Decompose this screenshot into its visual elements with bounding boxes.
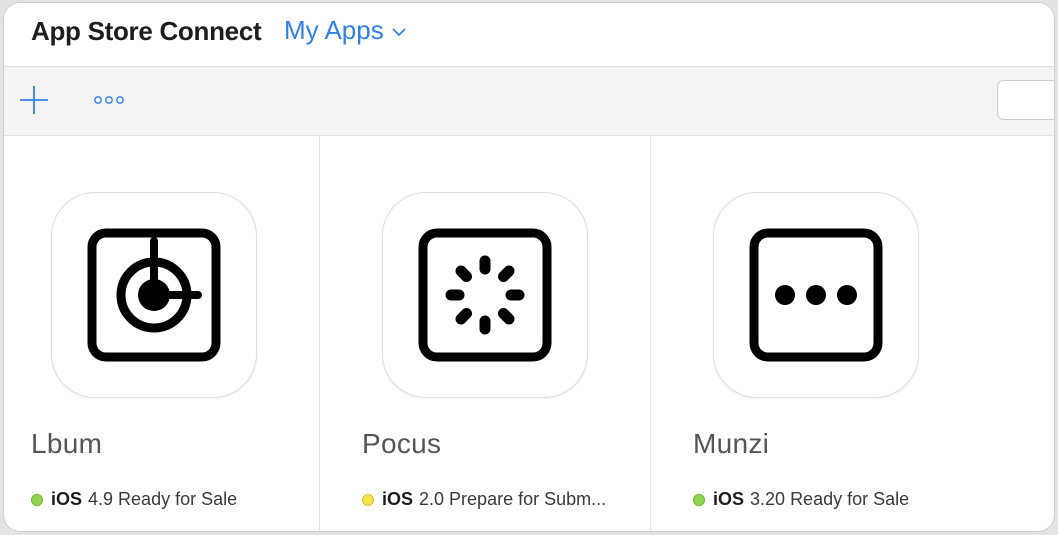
my-apps-menu[interactable]: My Apps — [284, 15, 406, 46]
app-name[interactable]: Lbum — [31, 428, 102, 460]
lbum-app-icon — [87, 228, 221, 362]
apps-grid: Lbum iOS 4.9 Ready for Sale Pocus iOS 2.… — [4, 136, 1054, 531]
status-label: Ready for Sale — [790, 489, 910, 509]
app-icon-tile[interactable] — [382, 192, 588, 398]
app-title: App Store Connect — [31, 16, 262, 46]
top-header: App Store Connect My Apps — [4, 3, 1054, 67]
app-status: iOS 3.20 Ready for Sale — [693, 489, 909, 510]
platform-label: iOS — [713, 489, 745, 509]
add-app-button[interactable] — [18, 84, 50, 116]
ellipsis-icon — [94, 96, 124, 104]
my-apps-label: My Apps — [284, 15, 384, 45]
status-label: Prepare for Subm... — [449, 489, 607, 509]
app-status: iOS 4.9 Ready for Sale — [31, 489, 237, 510]
app-card-pocus[interactable]: Pocus iOS 2.0 Prepare for Subm... — [320, 136, 651, 531]
status-dot-yellow — [362, 493, 374, 506]
chevron-down-icon — [392, 28, 406, 36]
pocus-app-icon — [418, 228, 552, 362]
version-label: 2.0 — [419, 489, 445, 509]
status-label: Ready for Sale — [118, 489, 238, 509]
platform-label: iOS — [51, 489, 83, 509]
app-icon-tile[interactable] — [51, 192, 257, 398]
app-icon-tile[interactable] — [713, 192, 919, 398]
app-status: iOS 2.0 Prepare for Subm... — [362, 489, 606, 510]
app-card-lbum[interactable]: Lbum iOS 4.9 Ready for Sale — [4, 136, 320, 531]
plus-icon — [20, 86, 48, 114]
status-dot-green — [31, 493, 43, 506]
version-label: 3.20 — [750, 489, 786, 509]
more-options-button[interactable] — [93, 92, 127, 108]
search-input[interactable] — [997, 80, 1054, 120]
app-card-munzi[interactable]: Munzi iOS 3.20 Ready for Sale — [651, 136, 1054, 531]
platform-label: iOS — [382, 489, 414, 509]
munzi-app-icon — [749, 228, 883, 362]
app-name[interactable]: Pocus — [362, 428, 441, 460]
app-name[interactable]: Munzi — [693, 428, 769, 460]
status-dot-green — [693, 493, 705, 506]
toolbar — [4, 67, 1054, 136]
app-window: App Store Connect My Apps Lbum iOS 4.9 R… — [4, 3, 1054, 531]
version-label: 4.9 — [88, 489, 114, 509]
